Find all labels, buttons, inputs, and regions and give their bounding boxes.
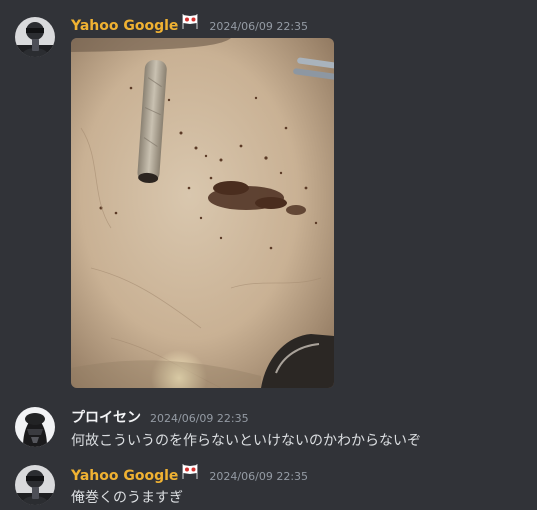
chat-messages: Yahoo Google 2024/06/09 22:35 プロイセン 2024…: [0, 0, 537, 510]
username[interactable]: Yahoo Google: [71, 468, 178, 484]
avatar[interactable]: [15, 407, 55, 447]
timestamp[interactable]: 2024/06/09 22:35: [209, 20, 308, 33]
timestamp[interactable]: 2024/06/09 22:35: [150, 412, 249, 425]
username[interactable]: Yahoo Google: [71, 18, 178, 34]
timestamp[interactable]: 2024/06/09 22:35: [209, 470, 308, 483]
message-text: 俺巻くのうますぎ: [71, 490, 183, 506]
message-header: Yahoo Google 2024/06/09 22:35: [71, 14, 308, 34]
message-header: Yahoo Google 2024/06/09 22:35: [71, 464, 308, 484]
username[interactable]: プロイセン: [71, 407, 141, 427]
japan-flag-emoji-icon: [180, 463, 200, 483]
image-attachment[interactable]: [71, 38, 334, 388]
message-header: プロイセン 2024/06/09 22:35: [71, 407, 249, 427]
japan-flag-emoji-icon: [180, 13, 200, 33]
message-text: 何故こういうのを作らないといけないのかわからないぞ: [71, 433, 421, 449]
avatar[interactable]: [15, 465, 55, 505]
avatar[interactable]: [15, 17, 55, 57]
